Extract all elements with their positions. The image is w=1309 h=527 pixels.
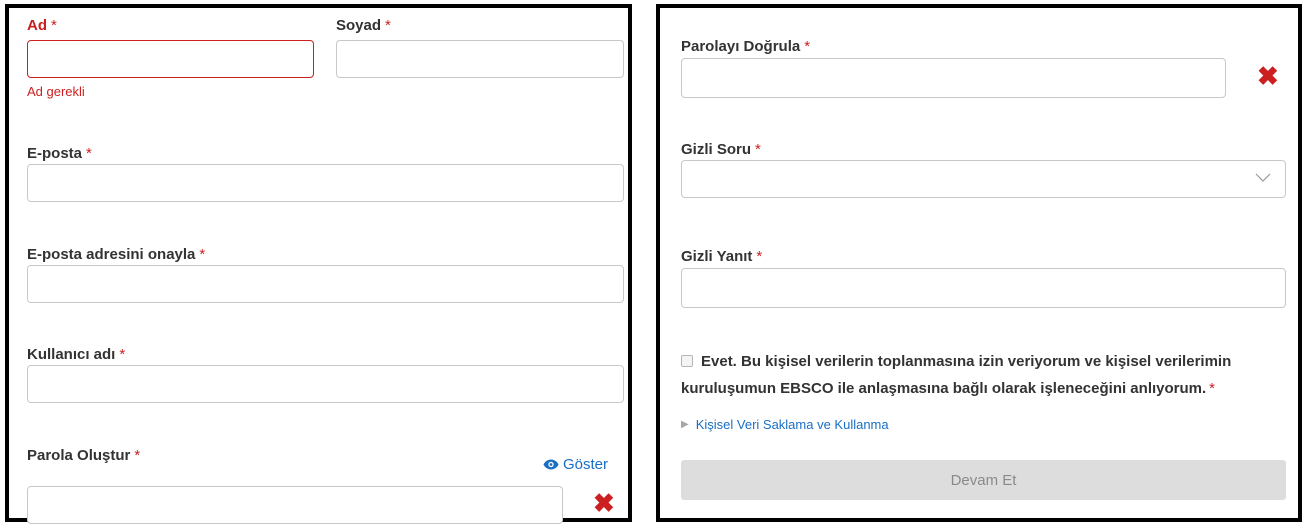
secret-question-label-text: Gizli Soru [681,141,752,158]
secret-answer-label: Gizli Yanıt * [681,248,762,265]
confirm-password-label-text: Parolayı Doğrula [681,38,801,55]
triangle-right-icon: ▶ [681,419,689,430]
username-input[interactable] [27,365,624,403]
email-label-text: E-posta [27,145,83,162]
personal-data-disclosure-label: Kişisel Veri Saklama ve Kullanma [695,417,889,432]
last-name-label: Soyad * [336,17,391,34]
show-password-toggle[interactable]: Göster [543,456,608,473]
show-password-label: Göster [563,456,609,473]
personal-data-disclosure-link[interactable]: ▶ Kişisel Veri Saklama ve Kullanma [681,417,889,432]
first-name-label-text: Ad [27,17,47,34]
required-marker: * [119,346,126,363]
confirm-password-input[interactable] [681,58,1226,98]
first-name-input[interactable] [27,40,314,78]
required-marker: * [134,447,141,464]
password-label-text: Parola Oluştur [27,447,131,464]
last-name-input[interactable] [336,40,624,78]
x-icon: ✖ [593,488,615,518]
consent-text: Evet. Bu kişisel verilerin toplanmasına … [681,348,1281,402]
secret-answer-label-text: Gizli Yanıt [681,248,753,265]
secret-answer-input[interactable] [681,268,1286,308]
confirm-email-label: E-posta adresini onayla * [27,246,205,263]
email-label: E-posta * [27,145,92,162]
registration-form-left-panel: Ad * Ad gerekli Soyad * E-posta * E-posta a… [5,4,632,524]
required-marker: * [86,145,92,162]
username-label-text: Kullanıcı adı [27,346,116,363]
registration-form-right-panel: Parolayı Doğrula * ✖ Gizli Soru * Gizli Ya… [656,4,1302,522]
required-marker: * [199,246,206,263]
required-marker: * [1209,380,1216,397]
secret-question-select[interactable] [681,160,1286,198]
required-marker: * [755,141,761,158]
x-icon: ✖ [1257,61,1279,91]
secret-question-label: Gizli Soru * [681,141,761,158]
first-name-error-message: Ad gerekli [27,84,85,99]
required-marker: * [804,38,811,55]
required-marker: * [756,248,763,265]
continue-button[interactable]: Devam Et [681,460,1286,500]
required-marker: * [51,17,57,34]
confirm-email-label-text: E-posta adresini onayla [27,246,196,263]
password-input[interactable] [27,486,563,524]
consent-text-body: Evet. Bu kişisel verilerin toplanmasına … [681,353,1232,397]
username-label: Kullanıcı adı * [27,346,125,363]
email-input[interactable] [27,164,624,202]
last-name-label-text: Soyad [336,17,382,34]
eye-icon [543,459,559,470]
confirm-email-input[interactable] [27,265,624,303]
chevron-down-icon [1255,173,1271,182]
first-name-label: Ad * [27,17,57,34]
required-marker: * [385,17,391,34]
confirm-password-label: Parolayı Doğrula * [681,38,810,55]
password-label: Parola Oluştur * [27,447,140,464]
